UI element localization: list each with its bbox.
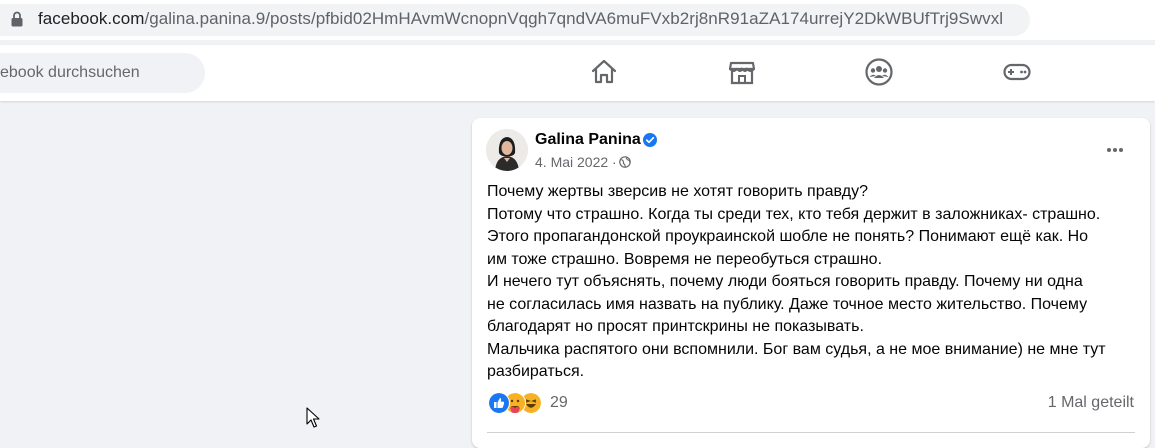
share-count[interactable]: 1 Mal geteilt bbox=[1048, 394, 1134, 412]
url-path: /galina.panina.9/posts/pfbid02HmHAvmWcno… bbox=[144, 9, 1004, 28]
groups-icon[interactable] bbox=[864, 57, 894, 87]
browser-address-bar: facebook.com/galina.panina.9/posts/pfbid… bbox=[0, 0, 1155, 40]
marketplace-icon[interactable] bbox=[727, 57, 757, 87]
url-text[interactable]: facebook.com/galina.panina.9/posts/pfbid… bbox=[38, 9, 1003, 29]
post-text-line: разбираться. bbox=[487, 363, 585, 380]
post-text-line: Почему жертвы зверсив не хотят говорить … bbox=[487, 183, 869, 200]
author-name[interactable]: Galina Panina bbox=[535, 131, 641, 149]
post-text: Почему жертвы зверсив не хотят говорить … bbox=[487, 181, 1142, 384]
globe-icon bbox=[619, 156, 631, 168]
like-reaction-icon bbox=[488, 392, 510, 414]
post-text-line: благодарят но просят принтскрины не пока… bbox=[487, 318, 864, 335]
post-text-line: Потому что страшно. Когда ты среди тех, … bbox=[487, 205, 1101, 223]
reaction-count[interactable]: 29 bbox=[550, 394, 568, 412]
profile-photo bbox=[486, 129, 528, 171]
search-input[interactable] bbox=[0, 53, 190, 93]
post-text-line: Мальчика распятого они вспомнили. Бог ва… bbox=[487, 340, 1106, 358]
home-icon[interactable] bbox=[589, 57, 619, 87]
mouse-cursor-icon bbox=[306, 407, 320, 428]
url-domain: facebook.com bbox=[38, 9, 145, 28]
more-options-icon[interactable] bbox=[1105, 140, 1125, 160]
post-text-line: Этого пропагандонской проукраинской шобл… bbox=[487, 228, 1089, 245]
post-card: Galina Panina 4. Mai 2022 · Почему жертв… bbox=[472, 118, 1150, 448]
facebook-header bbox=[0, 45, 1155, 101]
search-box[interactable] bbox=[0, 53, 205, 93]
post-text-line: им тоже страшно. Вовремя не переобуться … bbox=[487, 250, 883, 268]
lock-icon[interactable] bbox=[10, 11, 24, 27]
gaming-icon[interactable] bbox=[1002, 57, 1032, 87]
avatar[interactable] bbox=[486, 129, 528, 171]
verified-badge-icon bbox=[643, 133, 657, 147]
post-date[interactable]: 4. Mai 2022 · bbox=[535, 154, 617, 170]
post-divider bbox=[487, 432, 1135, 433]
post-text-line: И нечего тут объяснять, почему люди боят… bbox=[487, 273, 1083, 290]
post-text-line: не согласилась имя назвать на публику. Д… bbox=[487, 295, 1088, 313]
